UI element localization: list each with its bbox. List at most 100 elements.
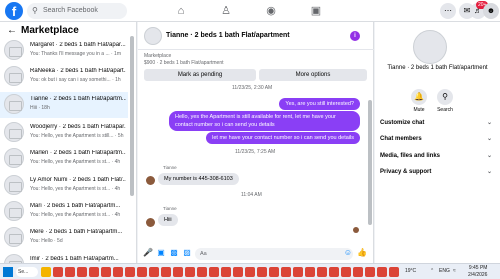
chat-item-active[interactable]: Tianne · 2 beds 1 bath Flat/apartm... Hi… [0, 92, 128, 118]
chat-list-scrollbar[interactable] [130, 36, 134, 196]
chrome-icon[interactable] [101, 267, 111, 277]
listing-thumbnail[interactable] [144, 27, 162, 45]
chrome-icon[interactable] [341, 267, 351, 277]
chrome-icon[interactable] [365, 267, 375, 277]
chat-item[interactable]: Margaret · 2 beds 1 bath Flat/apar... Yo… [0, 38, 128, 64]
chrome-icon[interactable] [173, 267, 183, 277]
conversation-header: Tianne · 2 beds 1 bath Flat/apartment i [138, 22, 374, 50]
chrome-icon[interactable] [233, 267, 243, 277]
chrome-icon[interactable] [317, 267, 327, 277]
chat-preview: Hiii · 18h [30, 105, 50, 111]
home-icon[interactable]: ⌂ [174, 4, 188, 18]
chrome-icon[interactable] [353, 267, 363, 277]
taskbar-search[interactable]: Se... [16, 267, 38, 277]
windows-start-icon[interactable] [3, 267, 13, 277]
gif-icon[interactable]: ▨ [182, 248, 192, 258]
chrome-icon[interactable] [149, 267, 159, 277]
top-navigation-bar: f ⚲ Search Facebook ⌂ ♙ ◉ ▣ ⋯ ✉ ♬ 20+ ☻ [0, 0, 500, 22]
chrome-icon[interactable] [377, 267, 387, 277]
message-thread: 11/23/25, 2:30 AM Yes, are you still int… [138, 85, 366, 243]
more-options-button[interactable]: More options [259, 69, 367, 81]
microphone-icon[interactable]: 🎤 [143, 248, 153, 258]
chrome-icon[interactable] [137, 267, 147, 277]
chat-name: Ly Amor Numi · 2 beds 1 bath Flat/... [30, 177, 126, 183]
customize-chat-item[interactable]: Customize chat ⌄ [380, 120, 495, 126]
chat-name: Woodjerry · 2 beds 1 bath Flat/apar... [30, 124, 126, 130]
mark-as-pending-button[interactable]: Mark as pending [144, 69, 256, 81]
listing-thumbnail [4, 201, 24, 221]
chrome-icon[interactable] [197, 267, 207, 277]
chrome-icon[interactable] [221, 267, 231, 277]
message-input[interactable]: Aa [195, 248, 353, 260]
seen-indicator-avatar [353, 227, 359, 233]
privacy-support-item[interactable]: Privacy & support ⌄ [380, 169, 495, 175]
image-icon[interactable]: ▣ [156, 248, 166, 258]
conversation-title[interactable]: Tianne · 2 beds 1 bath Flat/apartment [166, 32, 290, 39]
weather-temperature[interactable]: 19°C [405, 268, 416, 274]
message-scrollbar[interactable] [368, 100, 372, 225]
gaming-icon[interactable]: ▣ [309, 4, 323, 18]
language-indicator[interactable]: ENG [439, 268, 450, 274]
chrome-icon[interactable] [281, 267, 291, 277]
sender-avatar[interactable] [146, 218, 155, 227]
message-outgoing: let me have your contact number so i can… [206, 132, 360, 144]
listing-thumbnail [4, 94, 24, 114]
search-input[interactable]: ⚲ Search Facebook [27, 3, 127, 19]
chat-item[interactable]: Marlen · 2 beds 1 bath Flat/apartm... Yo… [0, 146, 128, 172]
chat-members-label: Chat members [380, 136, 422, 142]
chrome-icon[interactable] [161, 267, 171, 277]
chat-item[interactable]: Woodjerry · 2 beds 1 bath Flat/apar... Y… [0, 120, 128, 146]
chrome-icon[interactable] [209, 267, 219, 277]
chat-name: Marlen · 2 beds 1 bath Flat/apartm... [30, 150, 126, 156]
listing-price[interactable]: $900 · 2 beds 1 bath Flat/apartment [144, 60, 224, 66]
mute-icon[interactable]: 🔔 [411, 89, 427, 105]
chat-item[interactable]: Ly Amor Numi · 2 beds 1 bath Flat/... Yo… [0, 173, 128, 199]
chat-preview: You: Hello, yes the Apartment is st... ·… [30, 186, 121, 192]
emoji-icon[interactable]: ☺ [343, 248, 353, 258]
chrome-icon[interactable] [305, 267, 315, 277]
sender-avatar[interactable] [146, 176, 155, 185]
chrome-icon[interactable] [245, 267, 255, 277]
chrome-icon[interactable] [269, 267, 279, 277]
wifi-icon[interactable]: ≈ [453, 268, 456, 274]
chrome-icon[interactable] [113, 267, 123, 277]
chrome-icon[interactable] [257, 267, 267, 277]
profile-avatar[interactable]: ☻ [483, 3, 499, 19]
back-arrow-icon[interactable]: ← [7, 25, 17, 36]
search-conversation-icon[interactable]: ⚲ [437, 89, 453, 105]
chrome-icon[interactable] [65, 267, 75, 277]
info-icon[interactable]: i [350, 31, 360, 41]
chevron-down-icon: ⌄ [486, 120, 492, 126]
chrome-icon[interactable] [53, 267, 63, 277]
file-explorer-icon[interactable] [41, 267, 51, 277]
taskbar-clock[interactable]: 9:45 PM 2/4/2026 [468, 265, 487, 279]
chrome-icon[interactable] [125, 267, 135, 277]
chat-preview: You: Hello · 5d [30, 238, 63, 244]
chat-item[interactable]: RaNeeka · 2 beds 1 bath Flat/apart... Yo… [0, 64, 128, 90]
chrome-icon[interactable] [389, 267, 399, 277]
listing-thumbnail [4, 40, 24, 60]
chrome-icon[interactable] [77, 267, 87, 277]
chat-preview: You: Hello, yes the Apartment is st... ·… [30, 159, 121, 165]
listing-thumbnail [4, 148, 24, 168]
friends-icon[interactable]: ♙ [219, 4, 233, 18]
facebook-logo[interactable]: f [5, 2, 23, 20]
search-placeholder: Search Facebook [43, 7, 98, 14]
chrome-icon[interactable] [329, 267, 339, 277]
chrome-icon[interactable] [89, 267, 99, 277]
tray-chevron-icon[interactable]: ⌃ [430, 268, 434, 274]
chat-members-item[interactable]: Chat members ⌄ [380, 136, 495, 142]
menu-icon[interactable]: ⋯ [440, 3, 456, 19]
chat-item[interactable]: Mari · 2 beds 1 bath Flat/apartm... You:… [0, 199, 128, 225]
listing-image[interactable] [413, 30, 447, 64]
like-icon[interactable]: 👍 [357, 248, 367, 258]
chat-item[interactable]: Mere · 2 beds 1 bath Flat/apartm... You:… [0, 225, 128, 251]
chat-item[interactable]: Imir · 2 beds 1 bath Flat/apartm... [0, 252, 128, 263]
sticker-icon[interactable]: ▩ [169, 248, 179, 258]
chrome-icon[interactable] [185, 267, 195, 277]
chrome-icon[interactable] [293, 267, 303, 277]
listing-thumbnail [4, 175, 24, 195]
media-files-links-item[interactable]: Media, files and links ⌄ [380, 153, 495, 159]
timestamp: 11:04 AM [241, 192, 262, 198]
groups-icon[interactable]: ◉ [264, 4, 278, 18]
